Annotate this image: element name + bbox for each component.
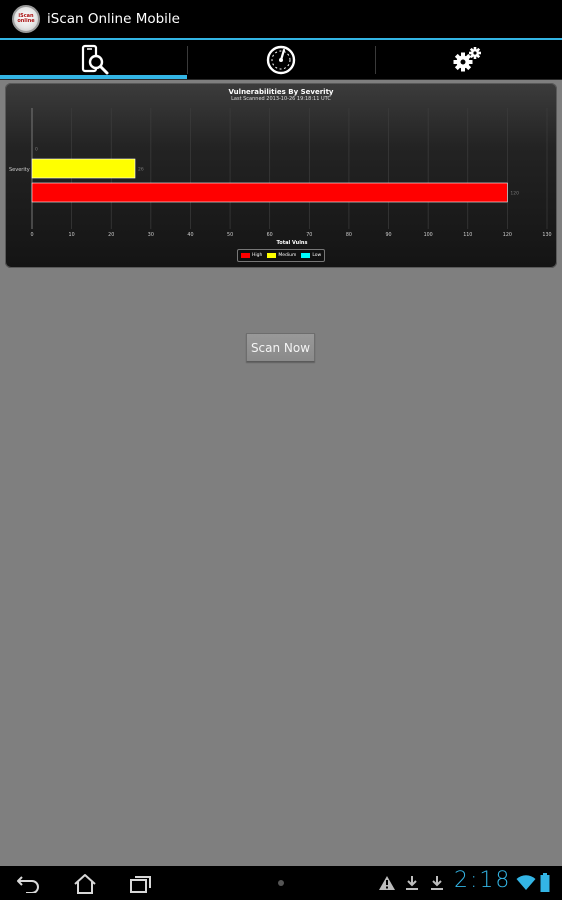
x-tick-label: 70 — [306, 232, 312, 238]
bar-medium — [31, 158, 136, 179]
tab-scan[interactable] — [0, 40, 188, 79]
phone-search-icon — [81, 44, 109, 74]
recent-apps-icon[interactable] — [128, 873, 154, 895]
legend-item-medium: Medium — [267, 253, 296, 258]
home-icon[interactable] — [72, 873, 98, 895]
gears-icon — [453, 46, 482, 71]
legend-item-high: High — [241, 253, 262, 258]
tab-bar-border — [0, 79, 562, 80]
bar-value-label: 26 — [138, 167, 144, 173]
x-tick-label: 10 — [69, 232, 75, 238]
logo-text-bottom: online — [17, 18, 35, 24]
nav-dot-icon — [278, 880, 284, 886]
severity-bar-chart: 0 10 20 30 40 50 60 70 80 90 100 110 120 130 0 26 120 Sev… — [9, 108, 552, 246]
tab-bar — [0, 40, 562, 79]
status-clock: 2:18 — [454, 868, 512, 893]
bar-high — [31, 182, 508, 203]
x-tick-label: 30 — [148, 232, 154, 238]
x-tick-label: 0 — [30, 232, 33, 238]
x-tick-label: 20 — [108, 232, 114, 238]
x-tick-label: 80 — [346, 232, 352, 238]
x-tick-label: 120 — [503, 232, 512, 238]
app-title: iScan Online Mobile — [47, 11, 180, 27]
x-tick-label: 50 — [227, 232, 233, 238]
app-logo[interactable]: iScan online — [12, 5, 40, 33]
legend-swatch — [301, 253, 311, 258]
system-bar: 2:18 — [0, 866, 562, 900]
download-icon[interactable] — [404, 875, 420, 891]
battery-icon[interactable] — [540, 873, 550, 893]
y-axis-title: Severity — [9, 167, 30, 173]
bar-value-label: 120 — [510, 191, 519, 197]
tab-settings[interactable] — [374, 40, 562, 79]
legend-item-low: Low — [301, 253, 321, 258]
app-root: iScan online iScan Online Mobile Vulnera… — [0, 0, 562, 900]
download-icon[interactable] — [429, 875, 445, 891]
gauge-icon — [266, 45, 296, 74]
bar-value-label: 0 — [35, 147, 38, 153]
tab-dashboard[interactable] — [187, 40, 374, 79]
legend-label: High — [252, 253, 263, 258]
x-tick-label: 90 — [385, 232, 391, 238]
legend-label: Low — [312, 253, 322, 258]
scan-now-button[interactable]: Scan Now — [246, 333, 315, 362]
wifi-icon[interactable] — [516, 875, 536, 891]
legend-swatch — [241, 253, 250, 258]
legend-label: Medium — [278, 253, 297, 258]
x-tick-label: 130 — [542, 232, 551, 238]
back-icon[interactable] — [16, 873, 42, 893]
x-tick-label: 60 — [267, 232, 273, 238]
x-axis-title: Total Vulns — [277, 240, 308, 246]
chart-legend: High Medium Low — [237, 249, 326, 262]
severity-chart-panel: Vulnerabilities By Severity Last Scanned… — [5, 83, 557, 268]
legend-swatch — [267, 253, 277, 258]
x-tick-label: 40 — [187, 232, 193, 238]
x-tick-label: 100 — [424, 232, 433, 238]
x-tick-label: 110 — [463, 232, 472, 238]
action-bar: iScan online iScan Online Mobile — [0, 0, 562, 38]
warning-icon[interactable] — [378, 875, 396, 891]
